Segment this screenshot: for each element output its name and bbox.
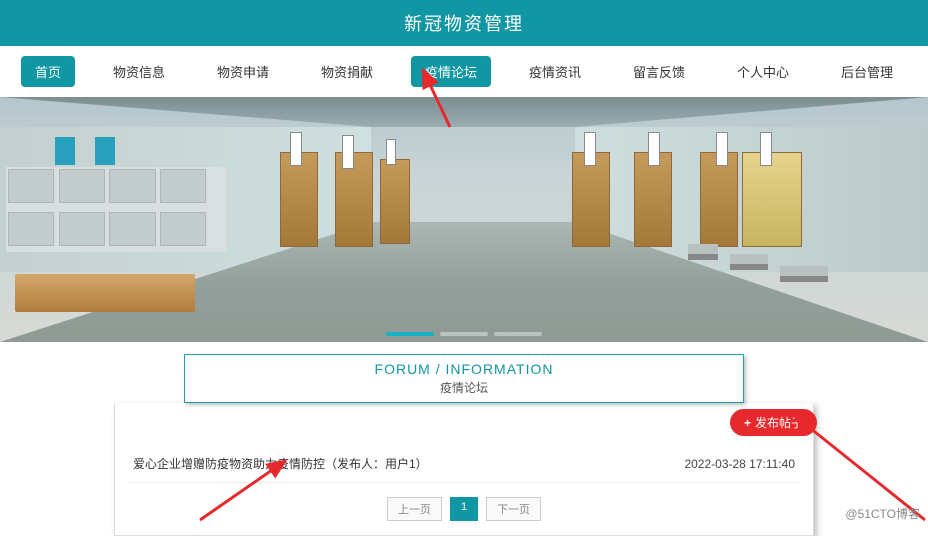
new-post-button[interactable]: + 发布帖子 bbox=[730, 409, 817, 436]
nav-profile[interactable]: 个人中心 bbox=[723, 56, 803, 87]
forum-post-row[interactable]: 爱心企业增赠防疫物资助力疫情防控（发布人：用户1） 2022-03-28 17:… bbox=[129, 431, 799, 483]
nav-news[interactable]: 疫情资讯 bbox=[515, 56, 595, 87]
pager: 上一页 1 下一页 bbox=[129, 497, 799, 521]
nav-supplies-donate[interactable]: 物资捐献 bbox=[307, 56, 387, 87]
watermark: @51CTO博客 bbox=[845, 505, 920, 522]
section-title: FORUM / INFORMATION 疫情论坛 bbox=[184, 354, 744, 403]
post-time: 2022-03-28 17:11:40 bbox=[684, 457, 795, 471]
forum-content: + 发布帖子 爱心企业增赠防疫物资助力疫情防控（发布人：用户1） 2022-03… bbox=[114, 403, 814, 536]
page-header: 新冠物资管理 bbox=[0, 0, 928, 46]
post-title: 爱心企业增赠防疫物资助力疫情防控（发布人：用户1） bbox=[133, 455, 684, 472]
main-nav: 首页 物资信息 物资申请 物资捐献 疫情论坛 疫情资讯 留言反馈 个人中心 后台… bbox=[0, 46, 928, 97]
nav-supplies-info[interactable]: 物资信息 bbox=[99, 56, 179, 87]
nav-feedback[interactable]: 留言反馈 bbox=[619, 56, 699, 87]
section-title-cn: 疫情论坛 bbox=[185, 379, 743, 396]
nav-supplies-apply[interactable]: 物资申请 bbox=[203, 56, 283, 87]
nav-forum[interactable]: 疫情论坛 bbox=[411, 56, 491, 87]
hero-carousel[interactable] bbox=[0, 97, 928, 342]
section-title-en: FORUM / INFORMATION bbox=[185, 361, 743, 377]
pager-next[interactable]: 下一页 bbox=[486, 497, 541, 521]
nav-admin[interactable]: 后台管理 bbox=[827, 56, 907, 87]
header-title: 新冠物资管理 bbox=[404, 14, 524, 34]
pager-prev[interactable]: 上一页 bbox=[387, 497, 442, 521]
nav-home[interactable]: 首页 bbox=[21, 56, 75, 87]
carousel-dots[interactable] bbox=[386, 332, 542, 336]
pager-current[interactable]: 1 bbox=[450, 497, 478, 521]
plus-icon: + bbox=[744, 416, 751, 430]
new-post-label: 发布帖子 bbox=[755, 414, 803, 431]
